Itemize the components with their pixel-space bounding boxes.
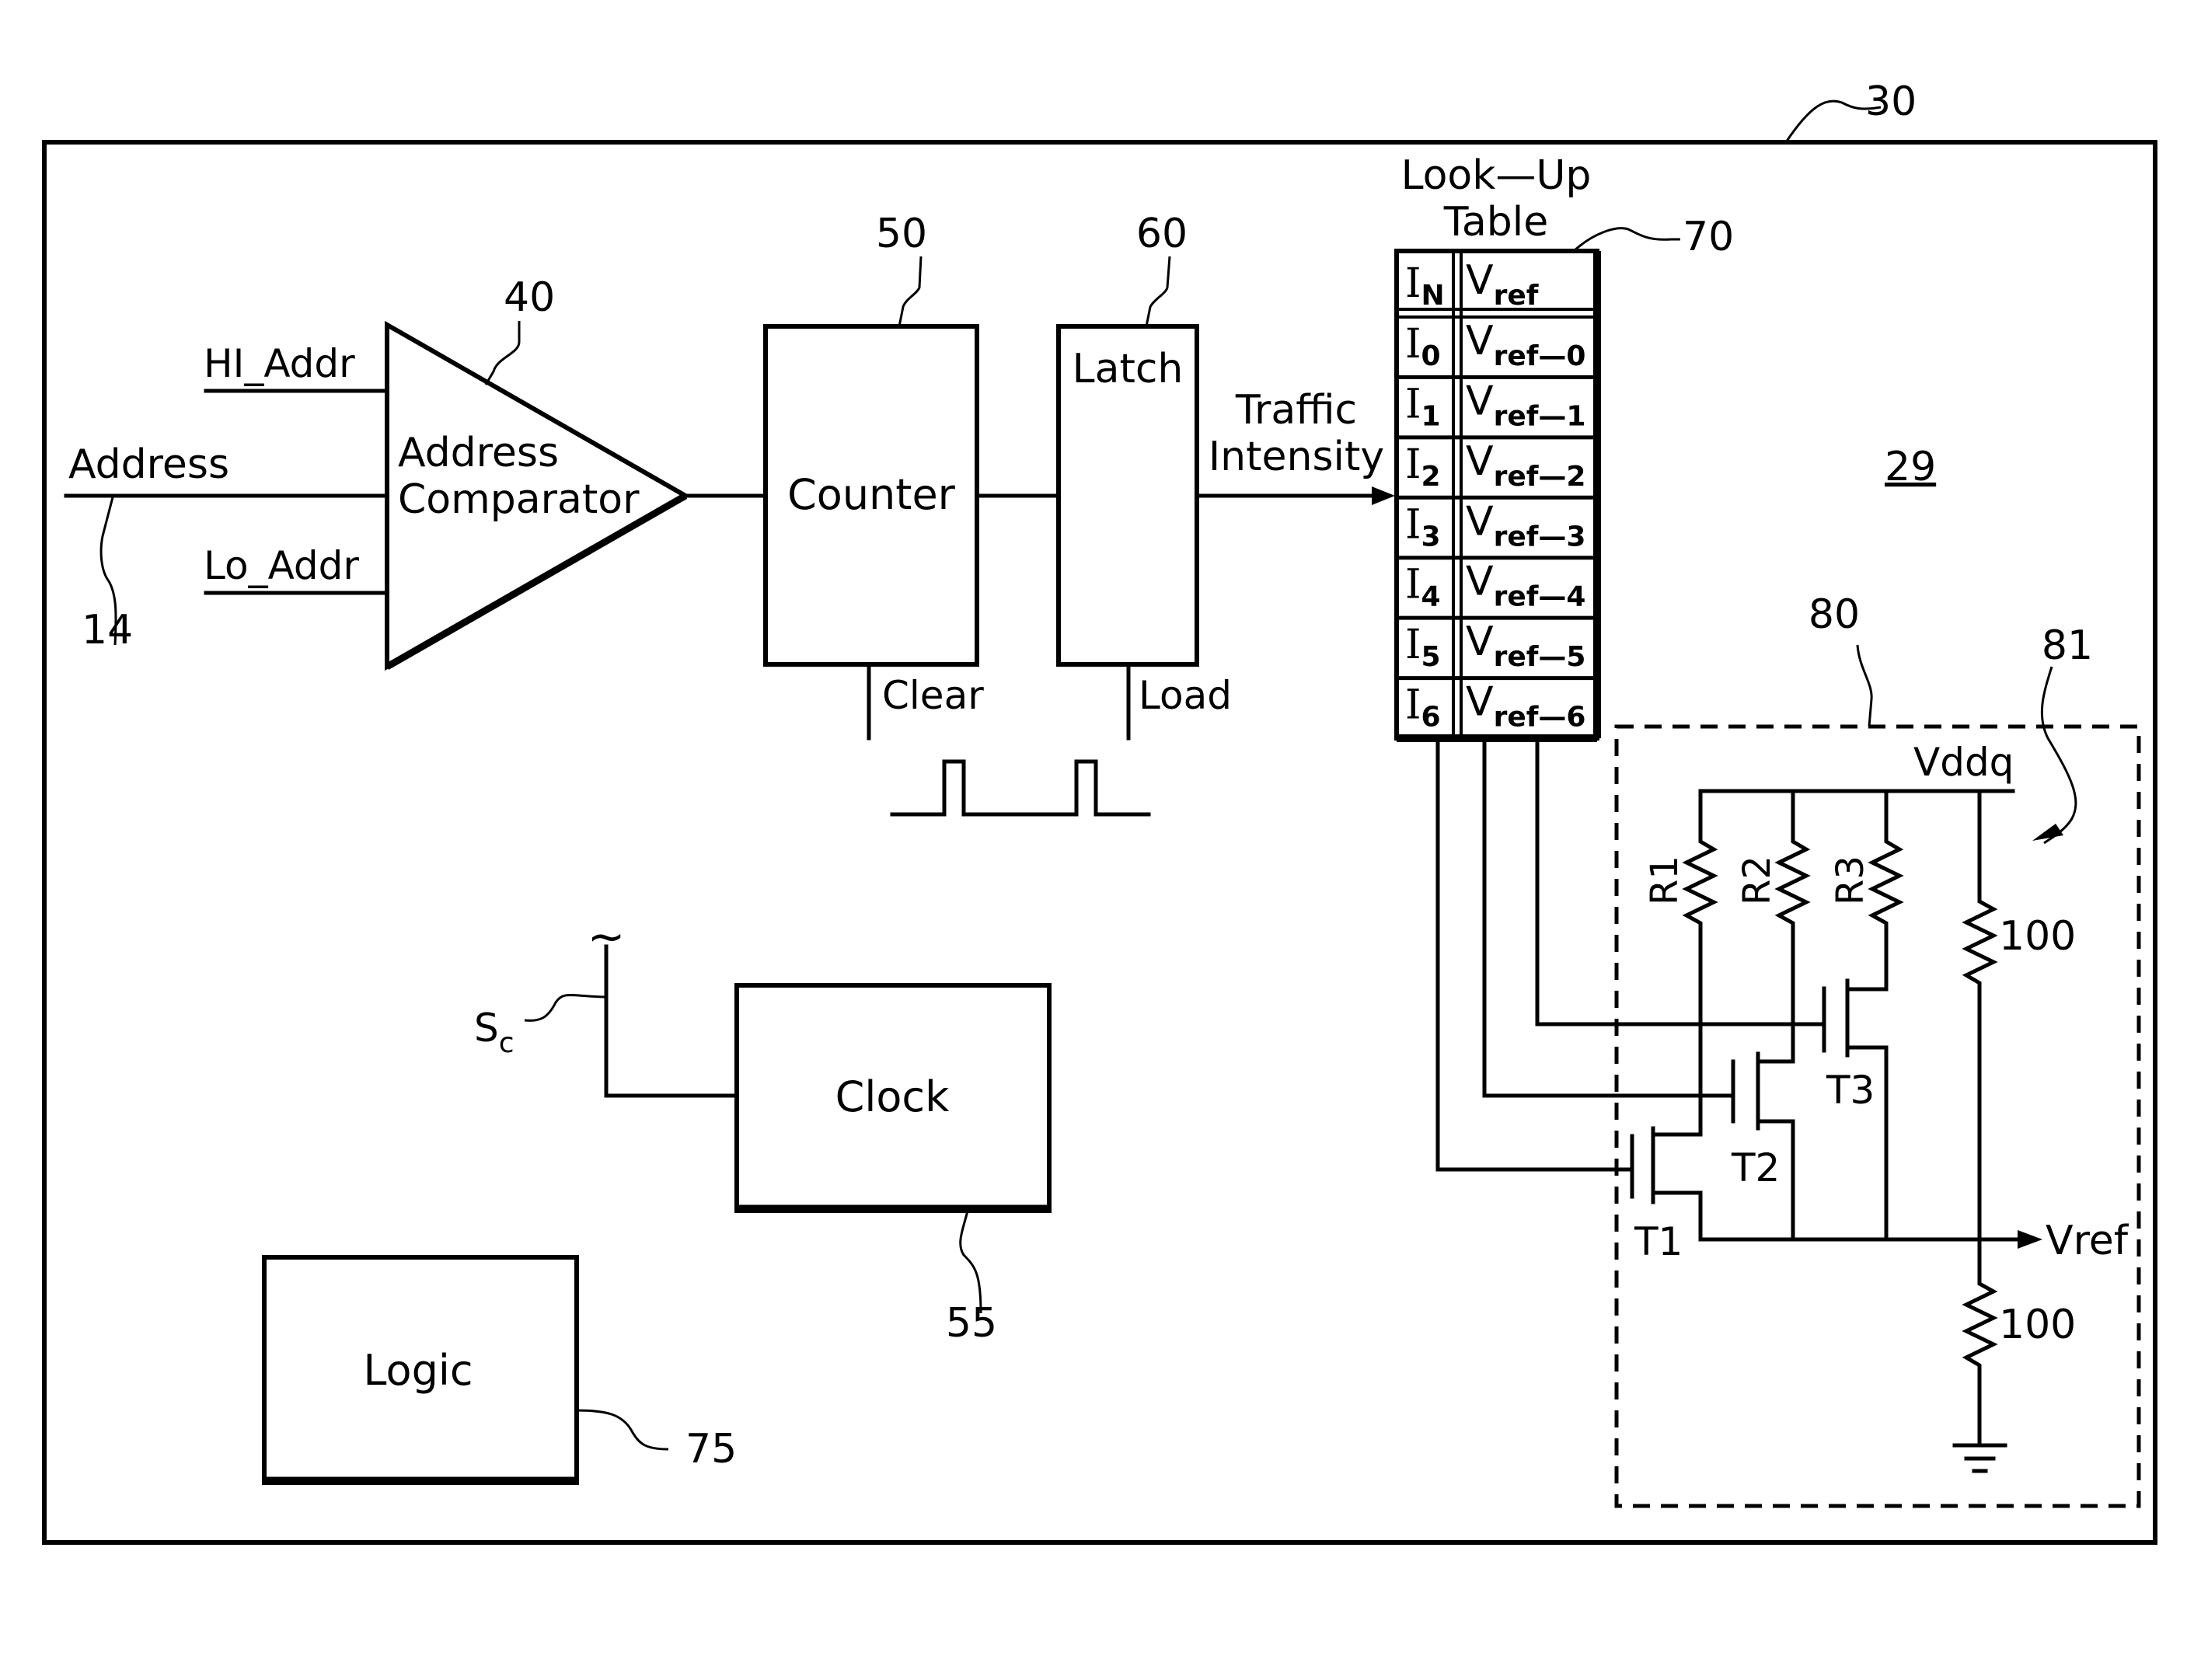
traffic-intensity-arrow-icon (1372, 486, 1395, 505)
address-bus-ref-label: 14 (82, 607, 133, 654)
counter-ref-leader (898, 256, 923, 327)
lut-ref-leader (1572, 227, 1680, 253)
t1-transistor: T1 (1630, 1126, 1703, 1264)
pulse-waveform (890, 759, 1151, 817)
hi-addr-label: HI_Addr (204, 341, 355, 386)
vref-output-label: Vref (2046, 1218, 2129, 1264)
divider-ref-label: 81 (2042, 622, 2093, 669)
clock-signal-leader (524, 994, 605, 1022)
lut-title-line2: Table (1443, 199, 1548, 246)
t3-label: T3 (1826, 1068, 1875, 1113)
vref-generator-block (1614, 724, 2141, 1508)
vddq-label: Vddq (1913, 740, 2014, 785)
logic-label: Logic (363, 1346, 473, 1395)
load-label: Load (1139, 673, 1232, 718)
vref-output-arrow-icon (2018, 1230, 2042, 1249)
traffic-label-line1: Traffic (1235, 387, 1357, 434)
lut-title-line1: Look—Up (1401, 152, 1592, 199)
r1-resistor (1682, 789, 1718, 1133)
divider-resistors (1962, 789, 1998, 1448)
lut-ref-label: 70 (1683, 214, 1734, 260)
r2-label: R2 (1735, 856, 1779, 905)
t2-transistor: T2 (1731, 1051, 1795, 1242)
ground-icon (1952, 1443, 2007, 1473)
logic-ref-leader (576, 1409, 669, 1451)
vref-block-ref-leader (1856, 644, 1873, 727)
clock-ref-label: 55 (946, 1300, 997, 1347)
r3-label: R3 (1829, 856, 1872, 905)
clock-source-icon: ~ (588, 910, 626, 963)
comparator-label-line1: Address (398, 430, 559, 476)
r1-label: R1 (1643, 856, 1686, 905)
chip-ref-label: 29 (1885, 444, 1936, 490)
comparator-label-line2: Comparator (398, 476, 640, 523)
gate-line-t2 (1482, 736, 1735, 1098)
frame-ref-label: 30 (1865, 78, 1917, 125)
comparator-ref-label: 40 (504, 274, 555, 321)
latch-ref-leader (1145, 256, 1171, 327)
latch-label: Latch (1073, 346, 1184, 392)
divider-ref-arrow-icon (2032, 824, 2063, 841)
lo-addr-label: Lo_Addr (204, 543, 359, 588)
address-label: Address (68, 441, 229, 488)
clock-label: Clock (835, 1072, 950, 1121)
comparator-ref-leader (484, 321, 521, 385)
clock-signal-label: Sc (474, 1006, 514, 1059)
logic-ref-label: 75 (685, 1426, 737, 1473)
block-diagram: 30 29 Address Comparator 40 HI_Addr Addr… (42, 78, 2157, 1545)
t2-label: T2 (1731, 1145, 1780, 1190)
r2-resistor (1774, 789, 1811, 1064)
lookup-table: IN Vref I0 Vref—0I1 Vref—1I2 Vref—2I3 Vref—3… (1394, 249, 1601, 742)
gate-line-t1 (1435, 736, 1634, 1172)
clear-label: Clear (882, 673, 984, 718)
divider-ref-leader (2040, 666, 2077, 845)
divider-lower-value: 100 (1999, 1302, 2076, 1348)
latch-ref-label: 60 (1136, 211, 1188, 257)
counter-label: Counter (787, 470, 956, 519)
counter-ref-label: 50 (876, 211, 927, 257)
clock-ref-leader (959, 1210, 982, 1314)
divider-upper-value: 100 (1999, 913, 2076, 960)
r3-resistor (1868, 789, 1904, 992)
vref-block-ref-label: 80 (1809, 591, 1860, 638)
t3-transistor: T3 (1822, 978, 1889, 1242)
t1-label: T1 (1634, 1219, 1683, 1264)
traffic-label-line2: Intensity (1209, 434, 1384, 480)
clock-signal-wire (604, 944, 739, 1098)
